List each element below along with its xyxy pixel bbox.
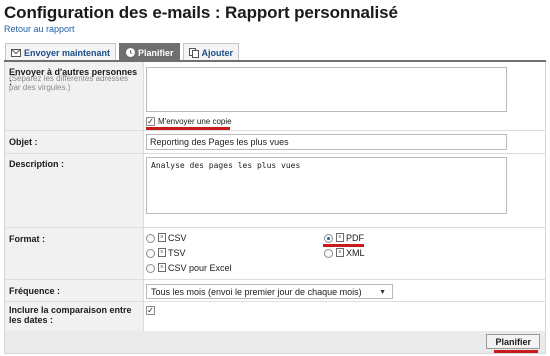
format-label: Format : — [9, 234, 45, 244]
compare-checkbox[interactable]: ✓ — [146, 306, 155, 315]
csv-file-icon: ≡ — [158, 233, 166, 242]
format-csv-label: CSV — [168, 233, 187, 243]
tab-bar: Envoyer maintenant Planifier Ajouter — [5, 43, 242, 61]
back-to-report-link[interactable]: Retour au rapport — [4, 24, 75, 34]
format-radio-csv-excel[interactable] — [146, 264, 155, 273]
format-row: Format : ≡ CSV ≡ PDF ≡ TSV ≡ XML ≡ CSV p… — [5, 228, 545, 280]
clock-icon — [125, 48, 135, 58]
frequency-label: Fréquence : — [9, 286, 61, 296]
pdf-highlight-underline — [323, 244, 364, 247]
form-footer: Planifier — [5, 331, 545, 353]
excel-file-icon: ≡ — [158, 263, 166, 272]
xml-file-icon: ≡ — [336, 248, 344, 257]
format-radio-xml[interactable] — [324, 249, 333, 258]
tab-send-now[interactable]: Envoyer maintenant — [5, 43, 117, 61]
recipients-row: Envoyer à d'autres personnes : (Séparez … — [5, 62, 545, 131]
subject-input[interactable]: Reporting des Pages les plus vues — [146, 134, 507, 150]
tab-add[interactable]: Ajouter — [182, 43, 240, 61]
send-copy-label: M'envoyer une copie — [158, 117, 232, 126]
frequency-select-value: Tous les mois (envoi le premier jour de … — [151, 287, 362, 297]
tab-add-label: Ajouter — [201, 47, 234, 58]
schedule-submit-button[interactable]: Planifier — [486, 334, 540, 349]
pdf-file-icon: ≡ — [336, 233, 344, 242]
format-xml-label: XML — [346, 248, 365, 258]
subject-row: Objet : Reporting des Pages les plus vue… — [5, 131, 545, 154]
description-label: Description : — [9, 159, 65, 169]
send-copy-checkbox[interactable]: ✓ — [146, 117, 155, 126]
format-pdf-label: PDF — [346, 233, 364, 243]
frequency-row: Fréquence : Tous les mois (envoi le prem… — [5, 280, 545, 302]
description-textarea[interactable]: Analyse des pages les plus vues — [146, 157, 507, 214]
description-row: Description : Analyse des pages les plus… — [5, 154, 545, 228]
tsv-file-icon: ≡ — [158, 248, 166, 257]
tab-schedule[interactable]: Planifier — [119, 43, 180, 61]
format-radio-pdf[interactable] — [324, 234, 333, 243]
tab-schedule-label: Planifier — [138, 47, 174, 58]
format-tsv-label: TSV — [168, 248, 186, 258]
compare-label: Inclure la comparaison entre les dates : — [9, 305, 132, 325]
chevron-down-icon: ▼ — [379, 289, 386, 296]
recipients-textarea[interactable] — [146, 67, 507, 112]
tab-send-now-label: Envoyer maintenant — [24, 47, 111, 58]
email-schedule-form: Envoyer à d'autres personnes : (Séparez … — [4, 62, 546, 354]
envelope-icon — [11, 48, 21, 58]
submit-highlight-underline — [494, 350, 538, 353]
page-title: Configuration des e-mails : Rapport pers… — [4, 3, 398, 22]
add-copy-icon — [188, 47, 199, 58]
format-radio-csv[interactable] — [146, 234, 155, 243]
frequency-select[interactable]: Tous les mois (envoi le premier jour de … — [146, 284, 393, 299]
recipients-hint: (Séparez les différentes adresses par de… — [9, 74, 129, 92]
copy-highlight-underline — [146, 127, 230, 130]
subject-label: Objet : — [9, 137, 38, 147]
format-radio-tsv[interactable] — [146, 249, 155, 258]
compare-row: Inclure la comparaison entre les dates :… — [5, 302, 545, 331]
format-csv-excel-label: CSV pour Excel — [168, 263, 232, 273]
